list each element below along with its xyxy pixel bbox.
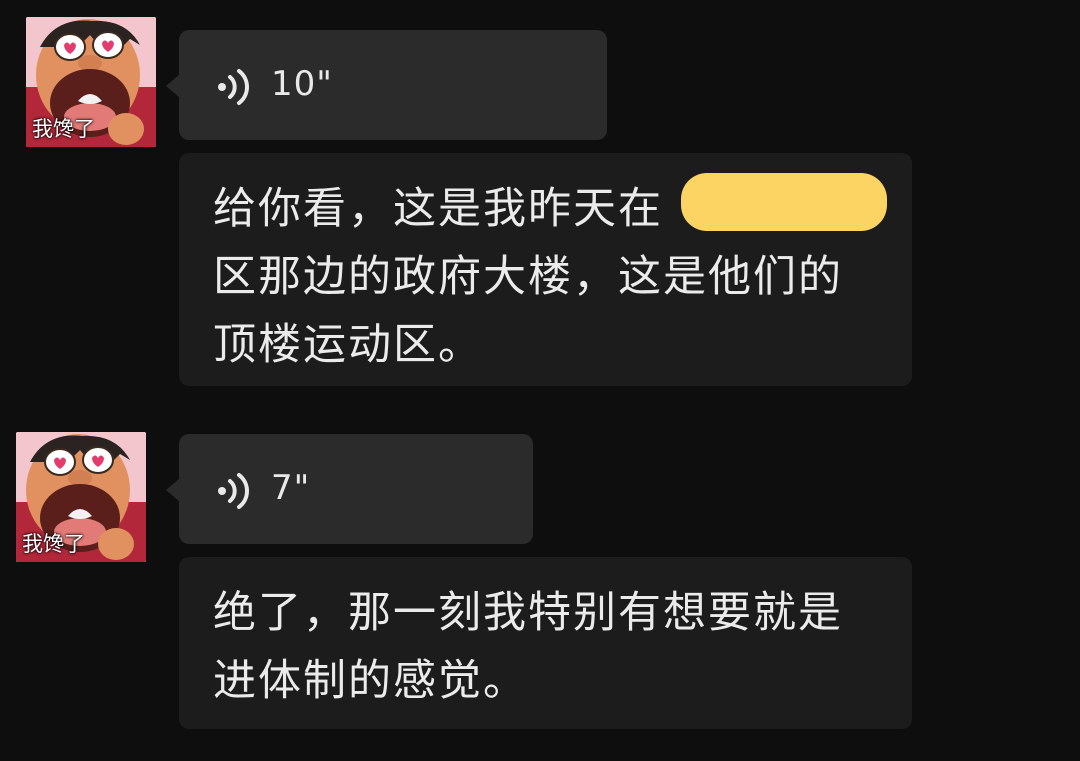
voice-message-bubble[interactable]: 10" (166, 30, 607, 140)
redaction-mark (681, 173, 887, 231)
bubble-tail (166, 478, 180, 502)
avatar[interactable]: 我馋了 (16, 432, 146, 562)
transcription-line: 区那边的政府大楼，这是他们的 (213, 252, 843, 302)
transcription-bubble[interactable]: 绝了，那一刻我特别有想要就是 进体制的感觉。 (179, 557, 912, 729)
avatar-caption: 我馋了 (32, 117, 95, 141)
voice-message-bubble[interactable]: 7" (166, 434, 533, 544)
transcription-line: 绝了，那一刻我特别有想要就是 (213, 588, 843, 638)
transcription-line: 顶楼运动区。 (213, 320, 483, 370)
avatar-caption: 我馋了 (22, 532, 85, 556)
transcription-line: 进体制的感觉。 (213, 656, 528, 706)
voice-wave-icon (218, 473, 249, 509)
transcription-text: 绝了，那一刻我特别有想要就是 进体制的感觉。 (213, 579, 843, 715)
chat-screen: { "messages": [ { "sender": { "avatar_ca… (0, 0, 1080, 761)
avatar[interactable]: 我馋了 (26, 17, 156, 147)
voice-duration: 7" (271, 468, 311, 508)
voice-wave-icon (218, 69, 249, 105)
bubble-tail (166, 74, 180, 98)
transcription-bubble[interactable]: 给你看，这是我昨天在 区那边的政府大楼，这是他们的 顶楼运动区。 (179, 153, 912, 386)
voice-duration: 10" (271, 64, 333, 104)
